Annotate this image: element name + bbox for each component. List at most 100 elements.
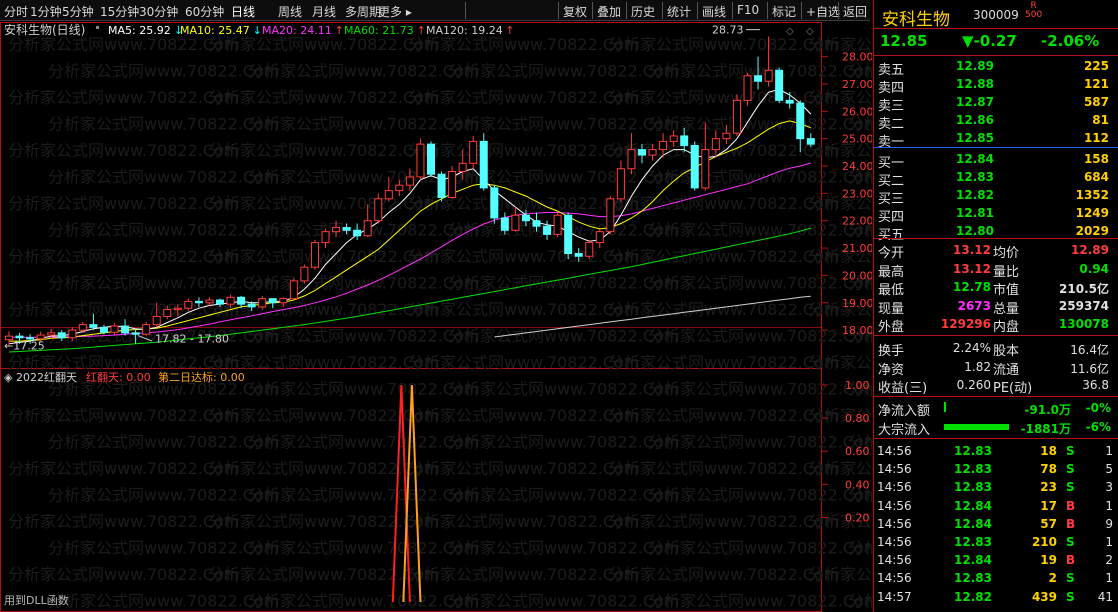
candle[interactable] [616,168,625,200]
toolbar-btn-3[interactable]: 统计 [667,3,691,20]
candle[interactable] [384,190,393,200]
orderbook-row-卖一[interactable]: 卖一 12.85 112 [874,129,1118,150]
orderbook-row-买三[interactable]: 买三 12.82 1352 [874,186,1118,207]
orderbook-row-买一[interactable]: 买一 12.84 158 [874,150,1118,171]
candle[interactable] [532,220,541,227]
candle[interactable] [321,231,330,244]
tick-row[interactable]: 14:56 12.84 17 B 1 [874,497,1118,515]
candle[interactable] [785,99,794,104]
diamond-icon[interactable]: ◇ [806,26,814,37]
period-tab-7[interactable]: 周线 [278,3,302,20]
candle[interactable] [374,198,383,222]
candle[interactable] [469,140,478,164]
tick-row[interactable]: 14:56 12.83 23 S 3 [874,478,1118,496]
toolbar-btn-2[interactable]: 历史 [631,3,655,20]
period-tab-2[interactable]: 5分钟 [62,3,94,20]
candle[interactable] [479,140,488,189]
candle[interactable] [89,324,98,328]
candle[interactable] [574,253,583,257]
tick-row[interactable]: 14:57 12.82 439 S 41 [874,588,1118,606]
candle[interactable] [99,326,108,333]
orderbook-row-买二[interactable]: 买二 12.83 684 [874,168,1118,189]
tick-row[interactable]: 14:56 12.84 57 B 9 [874,515,1118,533]
candle[interactable] [163,309,172,317]
candle[interactable] [458,162,467,172]
tick-row[interactable]: 14:56 12.83 78 S 5 [874,460,1118,478]
period-tab-3[interactable]: 15分钟 [100,3,139,20]
period-tab-0[interactable]: 分时 [4,3,28,20]
candle[interactable] [490,187,499,219]
candle[interactable] [543,225,552,235]
toolbar-btn-4[interactable]: 画线 [702,3,726,20]
candle[interactable] [68,329,77,339]
candle[interactable] [247,303,256,308]
candle[interactable] [258,298,267,308]
diamond-icon[interactable]: ◇ [786,26,794,37]
candle[interactable] [405,176,414,186]
candle[interactable] [216,299,224,305]
period-tab-10[interactable]: 更多 ▸ [378,3,412,20]
candle[interactable] [427,143,435,175]
candle[interactable] [416,143,425,178]
candle[interactable] [732,99,741,134]
candle[interactable] [627,149,636,170]
candle[interactable] [500,217,509,231]
toolbar-btn-7[interactable]: +自选 [806,3,840,20]
toolbar-btn-8[interactable]: 返回 [843,3,867,20]
candle[interactable] [121,325,130,334]
period-tab-5[interactable]: 60分钟 [185,3,224,20]
candle[interactable] [711,138,720,151]
candle[interactable] [701,149,710,189]
candle[interactable] [669,135,678,142]
candle[interactable] [743,75,752,101]
candle[interactable] [521,214,530,222]
candle[interactable] [363,220,372,237]
orderbook-row-买四[interactable]: 买四 12.81 1249 [874,204,1118,225]
candle[interactable] [659,140,668,151]
candle[interactable] [553,214,562,235]
orderbook-row-卖四[interactable]: 卖四 12.88 121 [874,75,1118,96]
candle[interactable] [754,75,763,82]
candle[interactable] [342,227,351,231]
toolbar-btn-6[interactable]: 标记 [772,3,796,20]
candle[interactable] [110,325,119,333]
tick-row[interactable]: 14:56 12.83 2 S 1 [874,569,1118,587]
candle[interactable] [564,214,573,255]
candle[interactable] [332,227,341,233]
kline-chart[interactable]: 分析家公式网www.70822.Com分析家公式网www.70822.Com分析… [0,22,872,612]
candle[interactable] [289,280,298,300]
tick-row[interactable]: 14:56 12.83 18 S 1 [874,442,1118,460]
orderbook-row-卖三[interactable]: 卖三 12.87 587 [874,93,1118,114]
period-tab-8[interactable]: 月线 [312,3,336,20]
candle[interactable] [353,229,362,237]
candle[interactable] [152,315,161,326]
toolbar-btn-1[interactable]: 叠加 [597,3,621,20]
candle[interactable] [131,332,140,335]
period-tab-1[interactable]: 1分钟 [30,3,62,20]
toolbar-btn-0[interactable]: 复权 [563,3,587,20]
candle[interactable] [310,242,319,268]
candle[interactable] [78,324,87,331]
candle[interactable] [448,170,457,198]
candle[interactable] [806,138,815,145]
candle[interactable] [764,69,773,82]
candle[interactable] [205,299,214,304]
period-tab-9[interactable]: 多周期 [345,3,381,20]
candle[interactable] [237,296,246,305]
candle[interactable] [300,266,309,282]
candle[interactable] [775,69,784,101]
tick-row[interactable]: 14:56 12.83 210 S 1 [874,533,1118,551]
candle[interactable] [722,132,731,140]
tick-row[interactable]: 14:56 12.84 19 B 2 [874,551,1118,569]
candle[interactable] [437,173,446,198]
orderbook-row-卖五[interactable]: 卖五 12.89 225 [874,57,1118,78]
candle[interactable] [184,300,193,309]
candle[interactable] [690,145,699,189]
candle[interactable] [511,214,520,231]
candle[interactable] [142,324,151,335]
candle[interactable] [606,198,615,233]
candle[interactable] [15,335,24,339]
candle[interactable] [680,135,689,147]
candle[interactable] [648,149,657,156]
candle[interactable] [194,300,203,304]
